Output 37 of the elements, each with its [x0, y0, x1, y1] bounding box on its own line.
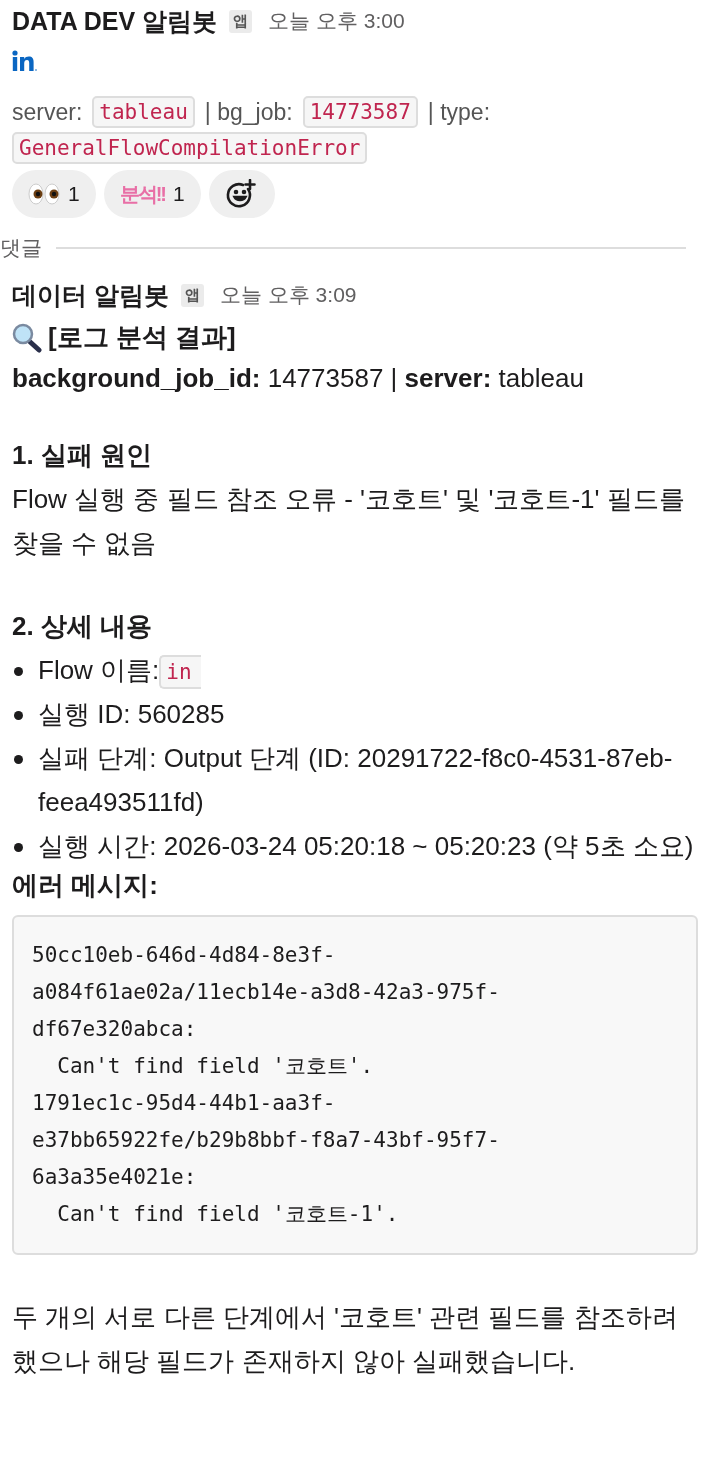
eyes-reaction[interactable]: 1: [12, 170, 96, 218]
bullet-text: 실행 ID: 560285: [38, 699, 225, 729]
bullet-icon: [14, 667, 23, 676]
sender-name[interactable]: DATA DEV 알림봇: [12, 4, 218, 38]
conclusion-text: 두 개의 서로 다른 단계에서 '코호트' 관련 필드를 참조하려 했으나 해당 필드가 존재하지 않아 실패했습니다.: [12, 1301, 679, 1378]
magnifier-icon: [12, 322, 42, 353]
meta-label: | type:: [427, 98, 491, 126]
section-heading: 2. 상세 내용: [12, 610, 154, 643]
add-emoji-icon: [225, 179, 258, 209]
sender-name[interactable]: 데이터 알림봇: [12, 278, 169, 312]
bullet-icon: [14, 843, 23, 852]
bullet-icon: [14, 755, 23, 764]
code-value: in: [159, 655, 202, 690]
code-value: GeneralFlowCompilationError: [12, 132, 368, 164]
app-badge: 앱: [180, 283, 204, 307]
bullet-text: Flow 이름:: [38, 655, 160, 685]
section-heading: 1. 실패 원인: [12, 439, 154, 472]
message-time[interactable]: 오늘 오후 3:00: [268, 7, 405, 35]
in-logo-icon: [12, 50, 38, 72]
error-code-block: 50cc10eb-646d-4d84-8e3f- a084f61ae02a/11ecb14e-a3d8-42a3-975f- df67e320abca: Can't find field '코호트'. 1791ec1c-95d4-44b1-aa3f- e37bb65922fe/b29b8bbf-f8a7-43bf-95f7- 6a3a35e4021e: Can't find field '코호트-1'.: [12, 915, 698, 1255]
eyes-icon: [28, 182, 60, 206]
app-badge: 앱: [229, 9, 253, 33]
code-value: tableau: [92, 96, 195, 128]
add-reaction-button[interactable]: [208, 170, 275, 218]
thread-divider-label: 댓글: [0, 235, 42, 261]
meta-label: | bg_job:: [204, 98, 293, 126]
bullet-icon: [14, 711, 23, 720]
meta-label: server:: [12, 98, 83, 126]
bullet-text: 실패 단계: Output 단계 (ID: 20291722-f8c0-4531-87eb-feea493511fd): [38, 743, 673, 817]
result-title: [로그 분석 결과]: [48, 321, 236, 354]
bullet-text: 실행 시간: 2026-03-24 05:20:18 ~ 05:20:23 (약 5초 소요): [38, 831, 694, 861]
section-text: Flow 실행 중 필드 참조 오류 - '코호트' 및 '코호트-1' 필드를 찾을 수 없음: [12, 483, 686, 560]
code-value: 14773587: [302, 96, 418, 128]
text-emoji-reaction[interactable]: 분석!! 1: [103, 170, 201, 218]
summary-text: background_job_id: 14773587 | server: tableau: [12, 363, 585, 394]
message-time[interactable]: 오늘 오후 3:09: [219, 281, 357, 309]
section-heading: 에러 메시지:: [12, 869, 159, 902]
